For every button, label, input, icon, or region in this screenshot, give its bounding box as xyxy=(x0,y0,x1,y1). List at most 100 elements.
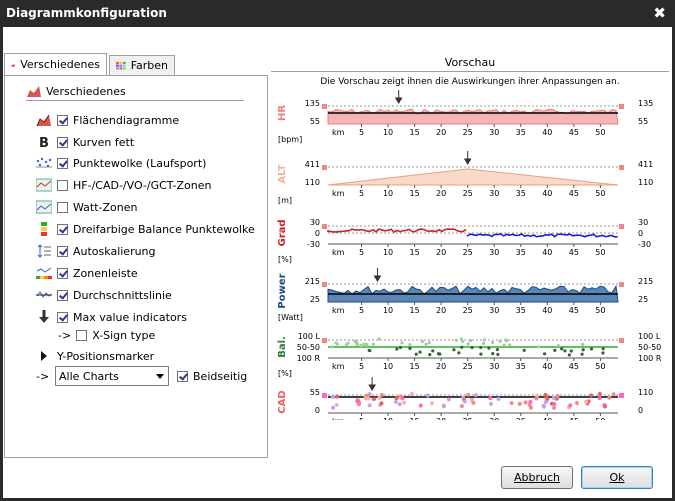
chart-y-label-right: 100 R xyxy=(638,354,662,363)
cadence-point xyxy=(509,401,514,406)
hr-area xyxy=(327,108,619,125)
cadence-point xyxy=(607,395,612,400)
charts-dropdown[interactable]: Alle Charts xyxy=(55,366,169,386)
balance-point xyxy=(470,345,474,350)
preview-charts: HR[bpm]1355513555km 5 10 15 20 25 30 35 40 45 50AL… xyxy=(277,90,662,420)
x-tick-label: 20 xyxy=(436,248,446,257)
checkbox-max-value-indicators[interactable] xyxy=(57,311,68,323)
option-punktewolke[interactable]: Punktewolke (Laufsport) xyxy=(36,155,206,171)
x-tick-label: 25 xyxy=(463,362,473,371)
x-tick-label: 5 xyxy=(359,189,364,198)
x-tick-label: 5 xyxy=(359,362,364,371)
cadence-point xyxy=(402,400,407,405)
arrow-prefix: -> xyxy=(58,328,72,342)
balance-point xyxy=(536,345,541,349)
tab-farben-label: Farben xyxy=(130,59,168,72)
balance-point xyxy=(569,349,573,353)
chart-marker-right xyxy=(619,393,624,398)
checkbox-beidseitig[interactable] xyxy=(177,370,188,382)
checkbox-x-sign-type[interactable] xyxy=(76,329,88,341)
chart-marker-left xyxy=(322,282,327,287)
tab-verschiedenes[interactable]: Verschiedenes xyxy=(4,53,107,75)
x-tick-label: 25 xyxy=(463,417,473,420)
x-tick-label: 40 xyxy=(542,128,552,137)
checkbox-dreifarbige-balance[interactable] xyxy=(57,223,68,235)
balance-point xyxy=(601,347,605,351)
x-tick-label: 50 xyxy=(595,362,605,371)
cadence-point xyxy=(356,402,361,407)
arrow-prefix: -> xyxy=(36,369,50,383)
x-tick-label: 45 xyxy=(569,417,579,420)
cancel-button[interactable]: Abbruch xyxy=(501,466,573,489)
cadence-point xyxy=(473,393,478,398)
checkbox-hf-zonen[interactable] xyxy=(57,179,68,191)
x-tick-label: 50 xyxy=(595,417,605,420)
option-beidseitig[interactable]: Beidseitig xyxy=(177,368,247,384)
tricolor-icon xyxy=(41,222,47,236)
option-max-value-indicators[interactable]: Max value indicators xyxy=(36,309,187,325)
balance-point xyxy=(346,341,350,345)
option-hf-zonen[interactable]: HF-/CAD-/VO-/GCT-Zonen xyxy=(36,177,211,193)
x-tick-label: 50 xyxy=(595,248,605,257)
balance-point xyxy=(567,353,571,357)
option-label: Durchschnittslinie xyxy=(73,288,172,302)
balance-point xyxy=(502,343,506,347)
cadence-point xyxy=(330,394,335,399)
checkbox-punktewolke[interactable] xyxy=(57,157,68,169)
option-y-positionsmarker[interactable]: Y-Positionsmarker xyxy=(36,348,154,364)
balance-point xyxy=(601,351,605,355)
chart-y-label-right: 411 xyxy=(638,160,653,169)
ok-button[interactable]: Ok xyxy=(581,466,653,489)
chevron-down-icon[interactable] xyxy=(156,374,164,379)
balance-point xyxy=(563,349,567,353)
svg-text:B: B xyxy=(39,136,49,149)
balance-point xyxy=(580,352,584,356)
chart-unit-2: [%] xyxy=(278,255,292,264)
balance-point xyxy=(581,348,585,352)
chart-y-label-left: 100 L xyxy=(298,332,321,341)
checkbox-durchschnittslinie[interactable] xyxy=(57,289,68,301)
balance-point xyxy=(479,345,483,350)
checkbox-kurven-fett[interactable] xyxy=(57,136,68,148)
x-tick-label: 25 xyxy=(463,189,473,198)
x-tick-label: 10 xyxy=(383,128,393,137)
x-axis-unit: km xyxy=(332,248,345,257)
chart-marker-left xyxy=(322,338,327,343)
tab-farben[interactable]: Farben xyxy=(109,55,175,75)
x-tick-label: 10 xyxy=(383,417,393,420)
x-tick-label: 15 xyxy=(410,248,420,257)
close-icon[interactable]: ✖ xyxy=(653,4,666,22)
balance-point xyxy=(420,339,425,344)
balance-point xyxy=(487,346,491,350)
cadence-point xyxy=(589,393,594,398)
x-tick-label: 15 xyxy=(410,306,420,315)
hr-zone-icon xyxy=(36,178,52,192)
option-autoskalierung[interactable]: Autoskalierung xyxy=(36,243,156,259)
option-dreifarbige-balance[interactable]: Dreifarbige Balance Punktewolke xyxy=(36,221,255,237)
option-label: Watt-Zonen xyxy=(73,200,138,214)
cadence-point xyxy=(430,401,435,406)
option-x-sign-type[interactable]: -> X-Sign type xyxy=(58,327,155,343)
balance-point xyxy=(452,348,456,352)
window-title: Diagrammkonfiguration xyxy=(6,6,167,20)
balance-point xyxy=(508,343,512,347)
checkbox-flaechendiagramme[interactable] xyxy=(57,114,68,126)
cadence-point xyxy=(542,404,547,409)
x-tick-label: 15 xyxy=(410,362,420,371)
balance-point xyxy=(589,347,594,351)
x-tick-label: 15 xyxy=(410,128,420,137)
checkbox-autoskalierung[interactable] xyxy=(57,245,68,257)
chart-marker-right xyxy=(619,224,624,229)
balance-point xyxy=(466,342,470,346)
option-flaechendiagramme[interactable]: Flächendiagramme xyxy=(36,112,179,128)
checkbox-zonenleiste[interactable] xyxy=(57,267,68,279)
checkbox-watt-zonen[interactable] xyxy=(57,201,68,213)
zone-bar-icon xyxy=(36,267,52,279)
chart-y-label-left: 30 xyxy=(310,218,320,227)
cadence-point xyxy=(446,397,451,402)
option-kurven-fett[interactable]: B Kurven fett xyxy=(36,134,134,150)
option-durchschnittslinie[interactable]: Durchschnittslinie xyxy=(36,287,172,303)
option-watt-zonen[interactable]: Watt-Zonen xyxy=(36,199,138,215)
option-zonenleiste[interactable]: Zonenleiste xyxy=(36,265,138,281)
cadence-point xyxy=(462,399,467,404)
